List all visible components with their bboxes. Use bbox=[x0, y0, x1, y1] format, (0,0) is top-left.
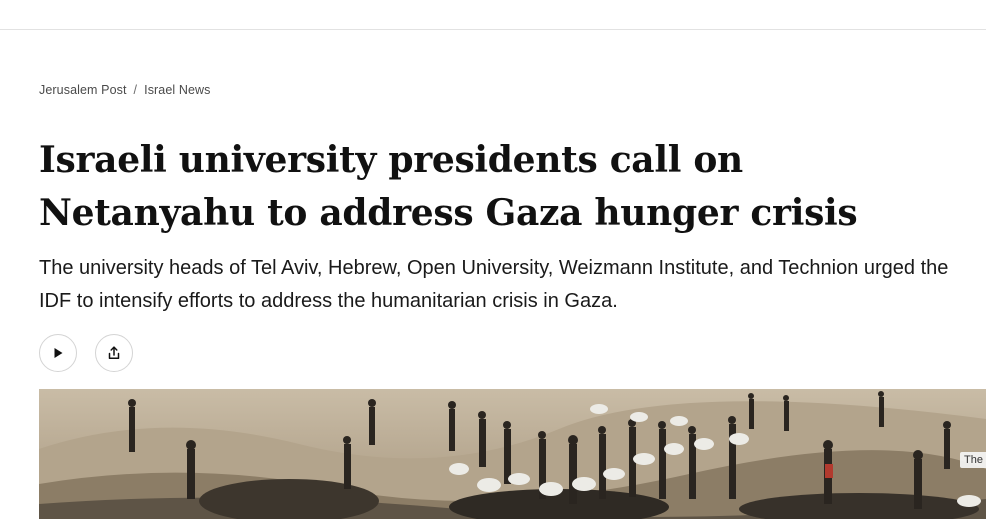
hero-photo-crowd bbox=[39, 389, 986, 519]
share-icon bbox=[108, 346, 120, 360]
hero-image[interactable]: The bbox=[39, 389, 986, 519]
breadcrumb-link-israel-news[interactable]: Israel News bbox=[144, 83, 210, 97]
play-icon bbox=[54, 348, 63, 358]
breadcrumb-separator: / bbox=[133, 83, 138, 97]
play-audio-button[interactable] bbox=[39, 334, 77, 372]
article-subheadline: The university heads of Tel Aviv, Hebrew… bbox=[39, 257, 949, 312]
breadcrumb: Jerusalem Post / Israel News bbox=[39, 83, 211, 97]
image-caption-tag: The bbox=[960, 452, 986, 468]
top-navigation-bar bbox=[0, 0, 986, 30]
article-headline: Israeli university presidents call on Ne… bbox=[39, 139, 858, 234]
breadcrumb-link-jerusalem-post[interactable]: Jerusalem Post bbox=[39, 83, 127, 97]
share-button[interactable] bbox=[95, 334, 133, 372]
